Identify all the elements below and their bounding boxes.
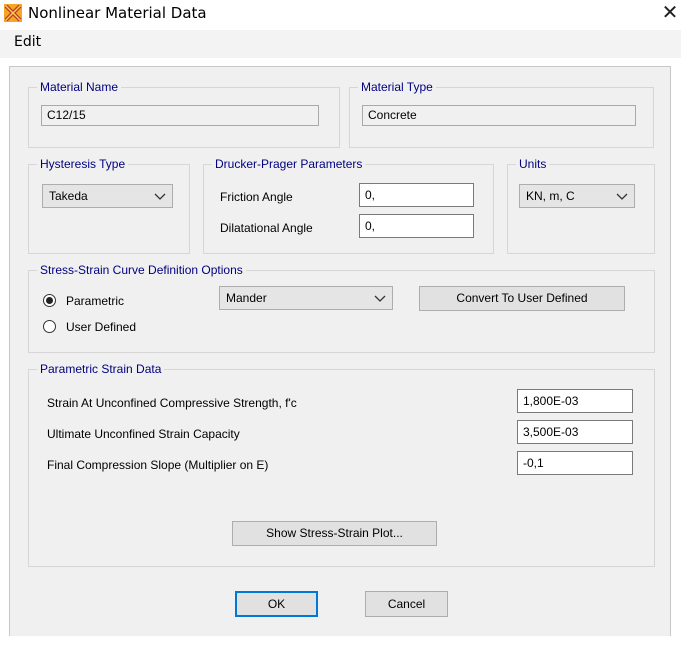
- dilatational-angle-input[interactable]: 0,: [359, 214, 474, 238]
- parametric-radio[interactable]: [43, 294, 56, 307]
- hysteresis-select[interactable]: Takeda: [42, 184, 173, 208]
- material-type-title: Material Type: [358, 80, 436, 94]
- material-name-title: Material Name: [37, 80, 122, 94]
- cancel-button[interactable]: Cancel: [365, 591, 448, 617]
- window-bottom-strip: [0, 636, 681, 664]
- strain-row-input[interactable]: 1,800E-03: [517, 389, 633, 413]
- chevron-down-icon: [374, 295, 386, 302]
- strain-data-group: Parametric Strain Data Strain At Unconfi…: [28, 362, 655, 567]
- friction-angle-input[interactable]: 0,: [359, 183, 474, 207]
- strain-data-title: Parametric Strain Data: [37, 362, 165, 376]
- app-icon: [4, 4, 22, 22]
- material-name-group: Material Name C12/15: [28, 80, 340, 148]
- ok-button[interactable]: OK: [235, 591, 318, 617]
- material-type-group: Material Type Concrete: [349, 80, 654, 148]
- parametric-label: Parametric: [66, 294, 125, 308]
- units-title: Units: [516, 157, 550, 171]
- dilatational-angle-label: Dilatational Angle: [220, 221, 313, 235]
- convert-to-user-defined-button[interactable]: Convert To User Defined: [419, 286, 625, 311]
- curve-options-group: Stress-Strain Curve Definition Options P…: [28, 263, 655, 353]
- curve-model-value: Mander: [226, 291, 267, 305]
- window-title: Nonlinear Material Data: [28, 4, 207, 22]
- show-stress-strain-plot-button[interactable]: Show Stress-Strain Plot...: [232, 521, 437, 546]
- close-icon[interactable]: ✕: [660, 1, 680, 23]
- strain-row-label: Final Compression Slope (Multiplier on E…: [47, 458, 269, 472]
- strain-row-label: Ultimate Unconfined Strain Capacity: [47, 427, 240, 441]
- user-defined-radio[interactable]: [43, 320, 56, 333]
- strain-row-input[interactable]: -0,1: [517, 451, 633, 475]
- menu-bar: Edit: [0, 30, 681, 58]
- chevron-down-icon: [154, 193, 166, 200]
- chevron-down-icon: [616, 193, 628, 200]
- drucker-prager-group: Drucker-Prager Parameters Friction Angle…: [203, 157, 494, 254]
- menu-edit[interactable]: Edit: [14, 34, 41, 50]
- dialog-panel: Material Name C12/15 Material Type Concr…: [9, 66, 671, 638]
- strain-row-label: Strain At Unconfined Compressive Strengt…: [47, 396, 297, 410]
- friction-angle-label: Friction Angle: [220, 190, 293, 204]
- drucker-prager-title: Drucker-Prager Parameters: [212, 157, 366, 171]
- title-bar: Nonlinear Material Data ✕: [0, 0, 681, 28]
- material-name-field[interactable]: C12/15: [41, 105, 319, 126]
- units-value: KN, m, C: [526, 189, 575, 203]
- hysteresis-value: Takeda: [49, 189, 88, 203]
- units-group: Units KN, m, C: [507, 157, 655, 254]
- strain-row-input[interactable]: 3,500E-03: [517, 420, 633, 444]
- curve-model-select[interactable]: Mander: [219, 286, 393, 310]
- hysteresis-title: Hysteresis Type: [37, 157, 129, 171]
- units-select[interactable]: KN, m, C: [519, 184, 635, 208]
- user-defined-label: User Defined: [66, 320, 137, 334]
- hysteresis-group: Hysteresis Type Takeda: [28, 157, 190, 254]
- material-type-field[interactable]: Concrete: [362, 105, 636, 126]
- curve-options-title: Stress-Strain Curve Definition Options: [37, 263, 246, 277]
